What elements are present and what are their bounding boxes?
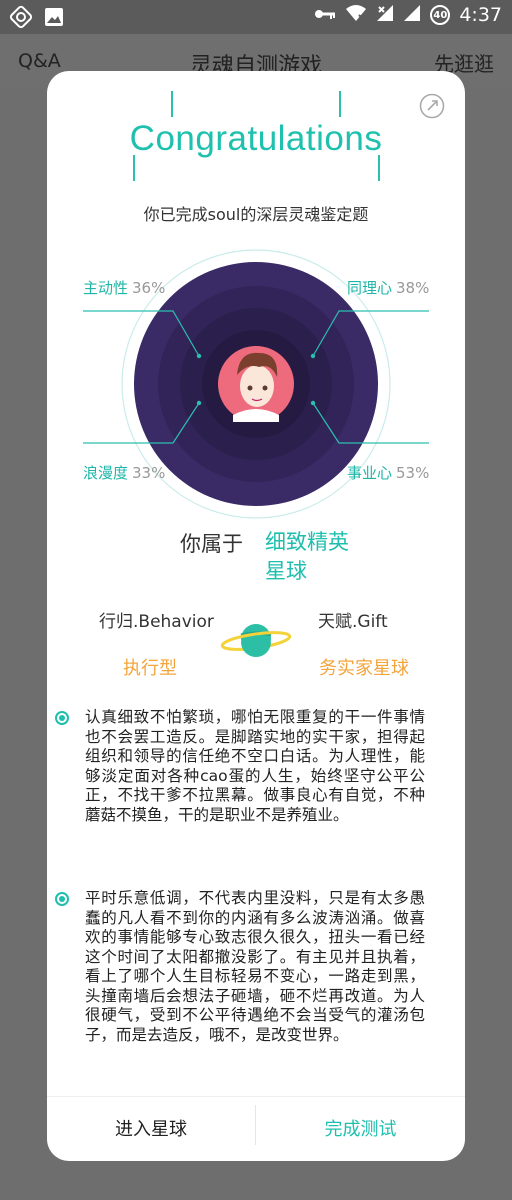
- key-icon: [314, 6, 336, 25]
- app-notification-icon: [8, 4, 34, 34]
- signal-off-icon: [376, 4, 394, 26]
- avatar: [218, 346, 294, 422]
- planet-icon: [219, 619, 293, 659]
- result-dialog: Congratulations 你已完成soul的深层灵魂鉴定题 主动性 36%…: [47, 71, 465, 1161]
- bullet-icon: [55, 892, 69, 906]
- trait-ambition: 事业心 53%: [347, 464, 430, 482]
- finish-test-button[interactable]: 完成测试: [256, 1115, 465, 1141]
- image-notification-icon: [44, 7, 64, 31]
- clock: 4:37: [459, 4, 502, 26]
- gift-label: 天赋.Gift: [318, 612, 388, 632]
- bullet-icon: [55, 711, 69, 725]
- trait-romance: 浪漫度 33%: [83, 464, 166, 482]
- behavior-label: 行归.Behavior: [99, 612, 214, 632]
- trait-empathy: 同理心 38%: [347, 279, 430, 297]
- trait-initiative: 主动性 36%: [83, 279, 166, 297]
- behavior-value: 执行型: [123, 658, 177, 679]
- description-paragraph: 平时乐意低调，不代表内里没料，只是有太多愚蠢的凡人看不到你的内涵有多么波涛汹涌。…: [55, 889, 425, 1045]
- wifi-icon: [345, 4, 367, 26]
- description-paragraph: 认真细致不怕繁琐，哪怕无限重复的干一件事情也不会罢工造反。是脚踏实地的实干家，担…: [55, 708, 425, 825]
- decor-line: [171, 91, 173, 117]
- status-bar: 40 4:37: [0, 0, 512, 34]
- soul-chart: 主动性 36% 同理心 38% 浪漫度 33% 事业心 53%: [47, 243, 465, 525]
- gift-value: 务实家星球: [319, 658, 409, 679]
- battery-icon: 40: [430, 5, 451, 25]
- congrats-heading: Congratulations: [129, 119, 383, 158]
- decor-line: [339, 91, 341, 117]
- belong-label: 你属于: [180, 532, 243, 556]
- planet-name: 细致精英 星球: [265, 530, 349, 583]
- congrats-header: Congratulations: [47, 91, 465, 181]
- signal-icon: [403, 4, 421, 26]
- enter-planet-button[interactable]: 进入星球: [47, 1115, 255, 1141]
- subtitle: 你已完成soul的深层灵魂鉴定题: [143, 205, 369, 224]
- dialog-footer: 进入星球 完成测试: [47, 1096, 465, 1161]
